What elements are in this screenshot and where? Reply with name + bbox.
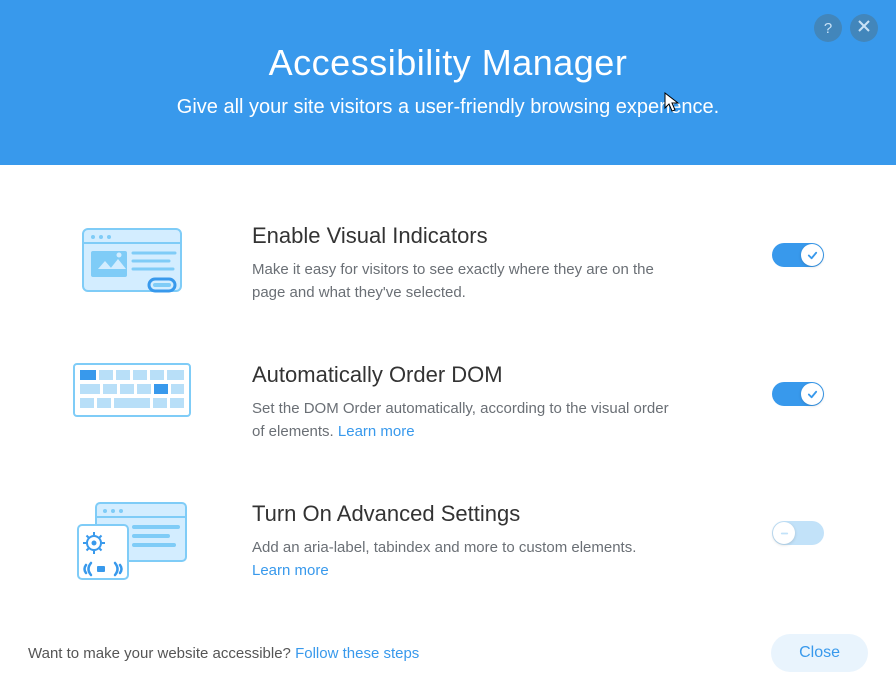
toggle-thumb bbox=[801, 244, 823, 266]
close-icon bbox=[857, 19, 871, 37]
toggle-order-dom[interactable] bbox=[772, 382, 824, 406]
check-icon bbox=[807, 250, 818, 261]
dialog-footer: Want to make your website accessible? Fo… bbox=[0, 616, 896, 690]
close-button[interactable]: Close bbox=[771, 634, 868, 672]
toggle-thumb bbox=[801, 383, 823, 405]
learn-more-link[interactable]: Learn more bbox=[338, 423, 415, 440]
dialog-header: ? Accessibility Manager Give all your si… bbox=[0, 0, 896, 165]
option-visual-indicators: Enable Visual Indicators Make it easy fo… bbox=[72, 223, 824, 304]
minus-icon bbox=[779, 528, 790, 539]
dialog-subtitle: Give all your site visitors a user-frien… bbox=[20, 96, 876, 119]
visual-indicators-icon bbox=[72, 223, 192, 297]
footer-link[interactable]: Follow these steps bbox=[295, 645, 419, 662]
option-description: Add an aria-label, tabindex and more to … bbox=[252, 537, 672, 582]
dialog-title: Accessibility Manager bbox=[20, 42, 876, 84]
check-icon bbox=[807, 389, 818, 400]
advanced-settings-icon bbox=[72, 501, 192, 587]
help-icon: ? bbox=[824, 20, 832, 37]
help-button[interactable]: ? bbox=[814, 14, 842, 42]
toggle-visual-indicators[interactable] bbox=[772, 243, 824, 267]
footer-prompt: Want to make your website accessible? Fo… bbox=[28, 645, 419, 662]
option-advanced-settings: Turn On Advanced Settings Add an aria-la… bbox=[72, 501, 824, 587]
option-title: Automatically Order DOM bbox=[252, 362, 684, 388]
option-order-dom: Automatically Order DOM Set the DOM Orde… bbox=[72, 362, 824, 443]
toggle-thumb bbox=[773, 522, 795, 544]
option-description: Make it easy for visitors to see exactly… bbox=[252, 259, 672, 304]
toggle-advanced-settings[interactable] bbox=[772, 521, 824, 545]
close-x-button[interactable] bbox=[850, 14, 878, 42]
dialog-content: Enable Visual Indicators Make it easy fo… bbox=[0, 165, 896, 665]
learn-more-link[interactable]: Learn more bbox=[252, 562, 329, 579]
order-dom-icon bbox=[72, 362, 192, 418]
option-title: Turn On Advanced Settings bbox=[252, 501, 684, 527]
option-title: Enable Visual Indicators bbox=[252, 223, 684, 249]
option-description: Set the DOM Order automatically, accordi… bbox=[252, 398, 672, 443]
